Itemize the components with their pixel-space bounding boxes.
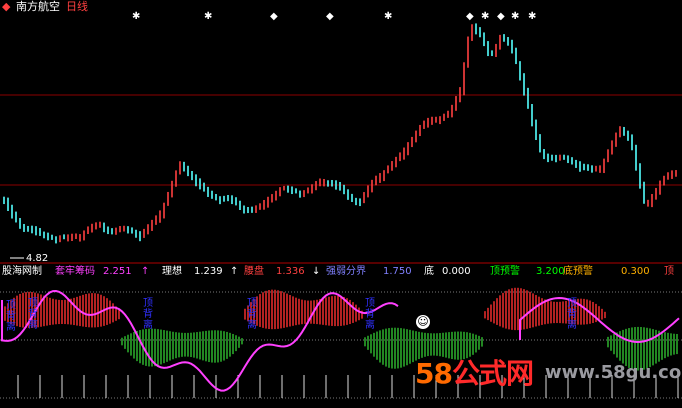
legend-value-boundary: 1.750 — [383, 266, 412, 277]
legend-arrow-waist: ↓ — [312, 266, 321, 277]
low-price-label: 4.82 — [26, 253, 49, 264]
divergence-label: 顶背离 — [567, 298, 577, 331]
signal-diamond-icon: ◆ — [466, 11, 474, 22]
signal-diamond-icon: ◆ — [326, 11, 334, 22]
signal-star-icon: ✱ — [511, 11, 520, 22]
legend-label-ideal: 理想 — [162, 266, 182, 277]
divergence-label: 顶背离 — [28, 298, 38, 331]
legend-value-top-warn: 3.200 — [536, 266, 565, 277]
legend-label-top: 顶 — [664, 266, 674, 277]
stock-chart-window: ◆ 南方航空 日线 4.82 ✱ ✱ ◆ ◆ ✱ ◆ ✱ ◆ ✱ ✱ 股海网制 … — [0, 0, 682, 408]
logo-icon: ◆ — [2, 0, 11, 13]
legend-arrow-trapped: ↑ — [141, 266, 150, 277]
legend-label-top-warn: 顶预警 — [490, 266, 520, 277]
legend-label-trapped: 套牢筹码 — [55, 266, 95, 277]
stock-name: 南方航空 — [16, 0, 60, 13]
indicator-line — [519, 296, 680, 344]
signal-star-icon: ✱ — [204, 11, 213, 22]
signal-diamond-icon: ◆ — [270, 11, 278, 22]
divergence-label: 顶背离 — [143, 298, 153, 331]
divergence-label: 顶背离 — [365, 298, 375, 331]
legend-value-trapped: 2.251 — [103, 266, 132, 277]
signal-star-icon: ✱ — [528, 11, 537, 22]
legend-value-ideal: 1.239 — [194, 266, 223, 277]
legend-label-bottom: 底 — [424, 266, 434, 277]
watermark-site: www.58gu.com — [545, 362, 682, 383]
legend-value-waist: 1.336 — [276, 266, 305, 277]
divergence-label: 顶背离 — [6, 300, 16, 333]
indicator-name: 股海网制 — [2, 266, 42, 277]
signal-star-icon: ✱ — [481, 11, 490, 22]
legend-label-waist: 腰盘 — [244, 266, 264, 277]
legend-arrow-ideal: ↑ — [230, 266, 239, 277]
period-label: 日线 — [66, 0, 88, 13]
divergence-label: 顶背离 — [247, 298, 257, 331]
legend-label-boundary: 强弱分界 — [326, 266, 366, 277]
chart-canvas — [0, 23, 682, 399]
smiley-face-icon: ☺ — [416, 315, 430, 329]
watermark-brand: 58公式网 — [415, 352, 534, 392]
signal-diamond-icon: ◆ — [497, 11, 505, 22]
legend-label-bottom-warn: 底预警 — [563, 266, 593, 277]
legend-value-bottom: 0.000 — [442, 266, 471, 277]
watermark-brand-text: 公式网 — [451, 357, 534, 390]
signal-star-icon: ✱ — [384, 11, 393, 22]
signal-star-icon: ✱ — [132, 11, 141, 22]
watermark-brand-num: 58 — [415, 357, 453, 390]
legend-value-bottom-warn: 0.300 — [621, 266, 650, 277]
